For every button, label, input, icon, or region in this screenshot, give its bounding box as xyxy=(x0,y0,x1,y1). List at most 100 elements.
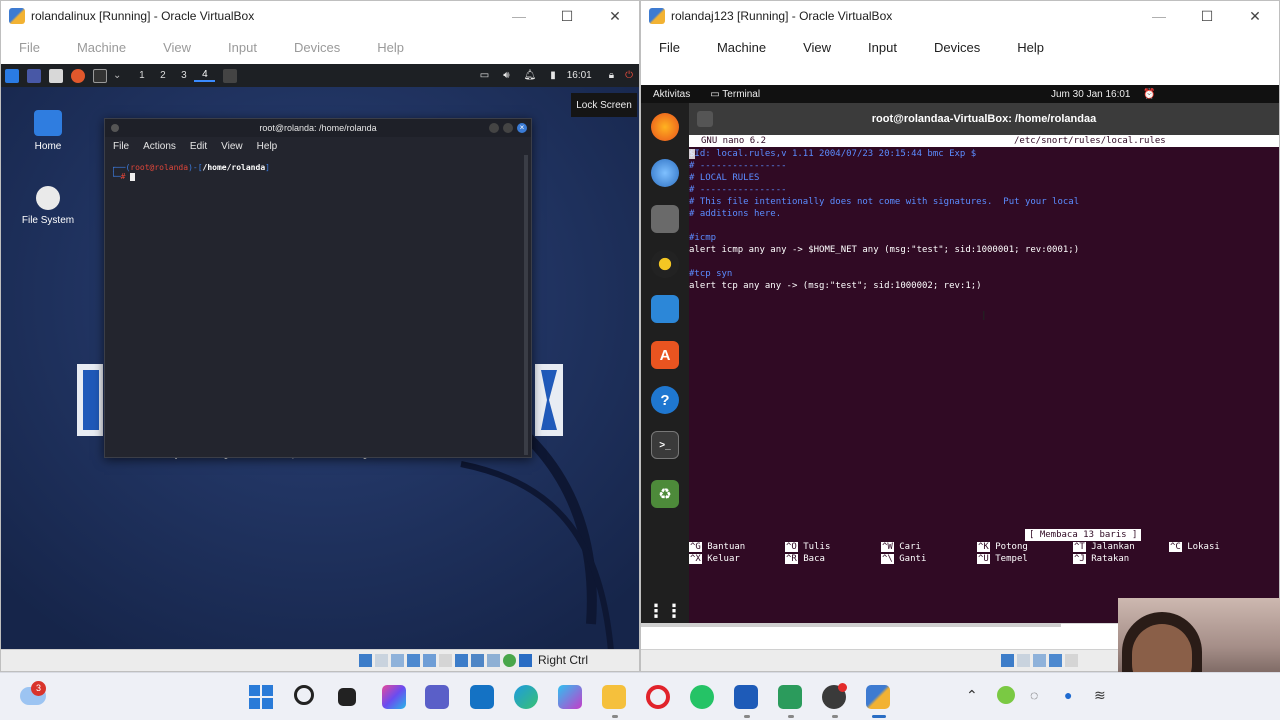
word-icon[interactable] xyxy=(734,685,758,709)
terminal-icon[interactable]: >_ xyxy=(651,431,679,459)
show-desktop-icon[interactable] xyxy=(27,68,41,83)
microsoft-365-icon[interactable] xyxy=(558,685,582,709)
shortcut-exit[interactable]: ^X Keluar xyxy=(689,554,740,564)
close-button[interactable]: ✕ xyxy=(1231,1,1279,31)
nano-line[interactable]: $Id: local.rules,v 1.11 2004/07/23 20:15… xyxy=(689,149,976,159)
terminal-scrollbar[interactable] xyxy=(524,155,528,455)
thunderbird-icon[interactable] xyxy=(651,159,679,187)
firefox-icon[interactable] xyxy=(71,68,85,83)
help-icon[interactable]: ? xyxy=(651,386,679,414)
maximize-button[interactable]: ☐ xyxy=(543,1,591,31)
display-status-icon[interactable] xyxy=(455,654,468,667)
kali-guest-screen[interactable]: ⌄ 1 2 3 4 ▭ 🔊︎ 🔔︎ ▮ 16:01 🔒︎ ⏻ Home File… xyxy=(1,64,639,651)
shortcut-execute[interactable]: ^T Jalankan xyxy=(1073,542,1135,552)
lock-icon[interactable]: 🔒︎ xyxy=(609,70,614,81)
file-manager-icon[interactable] xyxy=(49,68,63,83)
menu-machine[interactable]: Machine xyxy=(699,40,785,55)
shortcut-justify[interactable]: ^J Ratakan xyxy=(1073,554,1129,564)
power-icon[interactable]: ⏻ xyxy=(625,70,633,81)
chevron-down-icon[interactable]: ⌄ xyxy=(113,70,121,81)
outlook-icon[interactable] xyxy=(470,685,494,709)
nano-editor[interactable]: GNU nano 6.2 /etc/snort/rules/local.rule… xyxy=(689,135,1279,623)
cpu-icon[interactable] xyxy=(487,654,500,667)
shortcut-read[interactable]: ^R Baca xyxy=(785,554,825,564)
nano-line[interactable]: alert tcp any any -> (msg:"test"; sid:10… xyxy=(689,281,982,291)
shortcut-help[interactable]: ^G Bantuan xyxy=(689,542,745,552)
search-icon[interactable] xyxy=(294,685,314,705)
show-apps-icon[interactable]: ⋮⋮ xyxy=(647,597,683,623)
menu-input[interactable]: Input xyxy=(210,40,276,55)
hdd-icon[interactable] xyxy=(359,654,372,667)
display-icon[interactable]: ▭ xyxy=(480,70,489,81)
chevron-up-icon[interactable]: ⌃ xyxy=(966,687,978,704)
terminal-menu-file[interactable]: File xyxy=(113,141,129,152)
shortcut-cut[interactable]: ^K Potong xyxy=(977,542,1028,552)
terminal-maximize-button[interactable] xyxy=(503,123,513,133)
eye-off-icon[interactable]: ◌ xyxy=(1030,687,1038,703)
usb-icon[interactable] xyxy=(1065,654,1078,667)
writer-icon[interactable] xyxy=(651,295,679,323)
minimize-button[interactable]: — xyxy=(495,1,543,31)
optical-drive-icon[interactable] xyxy=(1017,654,1030,667)
volume-icon[interactable]: 🔊︎ xyxy=(503,70,509,81)
whatsapp-icon[interactable] xyxy=(690,685,714,709)
workspace-4[interactable]: 4 xyxy=(194,69,216,82)
shortcut-paste[interactable]: ^U Tempel xyxy=(977,554,1028,564)
recording-icon[interactable] xyxy=(471,654,484,667)
panel-clock[interactable]: 16:01 xyxy=(567,70,592,81)
menu-input[interactable]: Input xyxy=(850,40,916,55)
desktop-icon-home[interactable]: Home xyxy=(8,110,88,152)
task-view-icon[interactable] xyxy=(338,688,356,706)
hdd-icon[interactable] xyxy=(1001,654,1014,667)
menu-machine[interactable]: Machine xyxy=(59,40,145,55)
terminal-menu-view[interactable]: View xyxy=(221,141,243,152)
kali-menu-icon[interactable] xyxy=(5,68,19,83)
wifi-icon[interactable]: ≋ xyxy=(1094,687,1106,704)
terminal-minimize-button[interactable] xyxy=(489,123,499,133)
nano-line[interactable]: alert icmp any any -> $HOME_NET any (msg… xyxy=(689,245,1079,255)
virtualbox-window-right[interactable]: rolandaj123 [Running] - Oracle VirtualBo… xyxy=(640,0,1280,672)
audio-icon[interactable] xyxy=(391,654,404,667)
usb-icon[interactable] xyxy=(423,654,436,667)
virtualbox-taskbar-icon[interactable] xyxy=(866,685,890,709)
terminal-menu-edit[interactable]: Edit xyxy=(190,141,207,152)
shared-folder-icon[interactable] xyxy=(439,654,452,667)
menu-file[interactable]: File xyxy=(641,40,699,55)
menu-help[interactable]: Help xyxy=(359,40,423,55)
activities-button[interactable]: Aktivitas xyxy=(653,89,690,100)
trash-icon[interactable]: ♻ xyxy=(651,480,679,508)
network-icon[interactable] xyxy=(1049,654,1062,667)
menu-devices[interactable]: Devices xyxy=(916,40,999,55)
start-button[interactable] xyxy=(249,685,273,709)
edge-icon[interactable] xyxy=(514,685,538,709)
software-center-icon[interactable]: A xyxy=(651,341,679,369)
menu-file[interactable]: File xyxy=(1,40,59,55)
shortcut-location[interactable]: ^C Lokasi xyxy=(1169,542,1220,552)
nano-line[interactable]: #tcp syn xyxy=(689,269,732,279)
terminal-output[interactable]: ┌──(root@rolanda)-[/home/rolanda] └─# xyxy=(105,155,531,189)
workspace-3[interactable]: 3 xyxy=(173,70,194,81)
close-button[interactable]: ✕ xyxy=(591,1,639,31)
optical-drive-icon[interactable] xyxy=(375,654,388,667)
minimize-button[interactable]: — xyxy=(1135,1,1183,31)
mouse-integration-icon[interactable] xyxy=(503,654,516,667)
files-icon[interactable] xyxy=(651,205,679,233)
nano-line[interactable]: #icmp xyxy=(689,233,716,243)
new-tab-icon[interactable] xyxy=(697,111,713,127)
desktop-icon-filesystem[interactable]: File System xyxy=(8,186,88,226)
tray-app-icon[interactable] xyxy=(997,686,1015,704)
terminal-launcher-icon[interactable] xyxy=(93,68,107,83)
horizontal-scrollbar[interactable] xyxy=(641,623,1061,627)
visio-icon[interactable] xyxy=(778,685,802,709)
topbar-clock[interactable]: Jum 30 Jan 16:01 xyxy=(1051,89,1131,100)
workspace-2[interactable]: 2 xyxy=(152,70,173,81)
terminal-menu-actions[interactable]: Actions xyxy=(143,141,176,152)
title-bar[interactable]: rolandalinux [Running] - Oracle VirtualB… xyxy=(1,1,639,31)
terminal-title-bar[interactable]: root@rolanda: /home/rolanda × xyxy=(105,119,531,137)
title-bar[interactable]: rolandaj123 [Running] - Oracle VirtualBo… xyxy=(641,1,1279,31)
shortcut-search[interactable]: ^W Cari xyxy=(881,542,921,552)
terminal-close-button[interactable]: × xyxy=(517,123,527,133)
menu-help[interactable]: Help xyxy=(999,40,1063,55)
workspace-1[interactable]: 1 xyxy=(131,70,152,81)
menu-devices[interactable]: Devices xyxy=(276,40,359,55)
